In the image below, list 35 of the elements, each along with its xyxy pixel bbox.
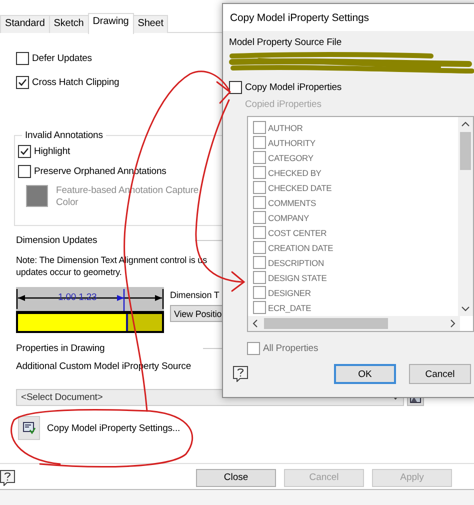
checkbox-label: CATEGORY bbox=[268, 152, 314, 162]
section-title: Dimension Updates bbox=[16, 235, 98, 246]
dialog-button[interactable]: OK bbox=[334, 364, 396, 384]
tab[interactable]: Standard bbox=[0, 15, 50, 33]
field-label: Dimension T bbox=[170, 290, 220, 300]
checkbox-label: Defer Updates bbox=[32, 52, 92, 64]
checkbox-label: AUTHOR bbox=[268, 122, 303, 132]
group-title: Invalid Annotations bbox=[24, 130, 104, 141]
tab[interactable]: Drawing bbox=[88, 13, 134, 34]
checkbox-label: AUTHORITY bbox=[268, 138, 316, 148]
tab[interactable]: Sketch bbox=[48, 15, 89, 33]
checkbox-label: COMMENTS bbox=[268, 198, 316, 208]
dialog-button[interactable]: Cancel bbox=[409, 364, 471, 384]
checkbox-label: COST CENTER bbox=[268, 228, 327, 238]
property-list[interactable]: AUTHOR AUTHORITY CATEGORY CHECKED BY CHECKED DATE COMMENTS COMPANY COST CENTER CREATION DATE DESCRIPTION DESIGN STATE DESIGNER ECR_DATE bbox=[247, 116, 474, 332]
note-text: updates occur to geometry. bbox=[16, 266, 122, 278]
copy-settings-button[interactable]: Copy Model iProperty Settings... bbox=[18, 416, 180, 440]
checkbox-label: CHECKED DATE bbox=[268, 182, 332, 192]
dialog-button[interactable]: Close bbox=[196, 468, 276, 486]
checkbox-label: All Properties bbox=[263, 342, 318, 354]
checkbox-label: ECR_DATE bbox=[268, 302, 312, 312]
list-label: Copied iProperties bbox=[245, 99, 322, 110]
tab[interactable]: Sheet bbox=[132, 15, 168, 33]
checkbox-label: Cross Hatch Clipping bbox=[32, 76, 120, 88]
checkbox-label: Highlight bbox=[34, 146, 70, 156]
section-title: Properties in Drawing bbox=[16, 343, 105, 354]
field-label: Model Property Source File bbox=[229, 37, 343, 48]
checkbox-label: Copy Model iProperties bbox=[245, 82, 342, 92]
checkbox-label: CHECKED BY bbox=[268, 168, 322, 178]
checkbox-label: COMPANY bbox=[268, 212, 309, 222]
checkbox-label: DESIGN STATE bbox=[268, 272, 327, 282]
checkbox-label: DESCRIPTION bbox=[268, 258, 324, 268]
dialog-title: Copy Model iProperty Settings bbox=[223, 4, 474, 31]
checkbox-label: DESIGNER bbox=[268, 288, 311, 298]
checkbox-label: CREATION DATE bbox=[268, 242, 334, 252]
